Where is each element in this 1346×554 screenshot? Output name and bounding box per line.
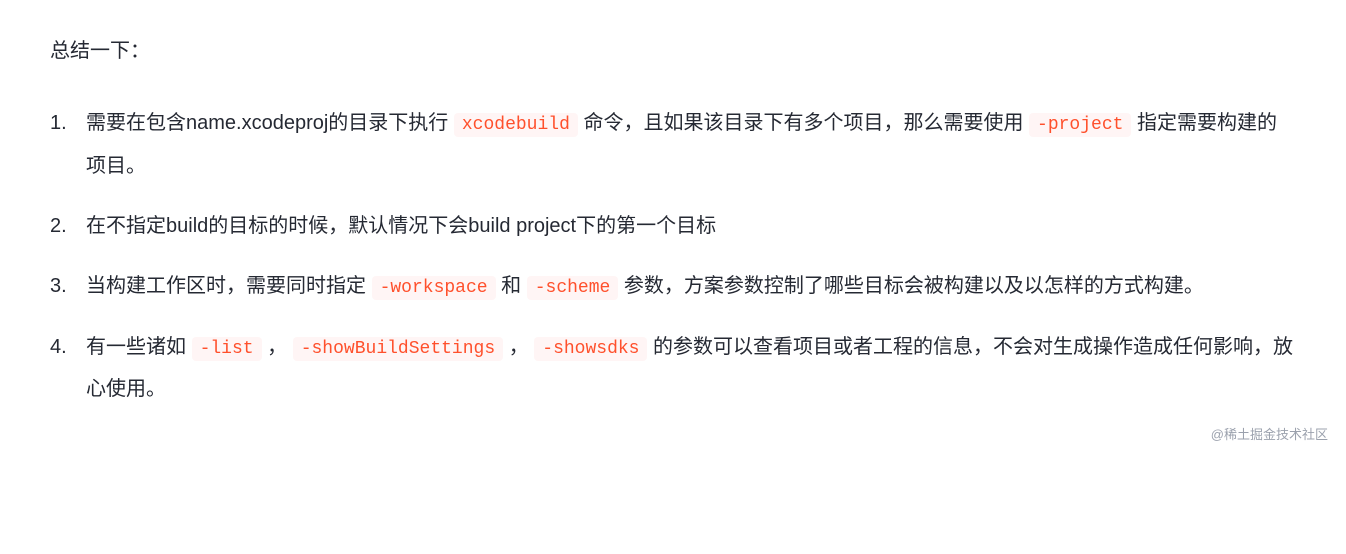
inline-code: -list [192,337,262,361]
text-segment: 需要在包含name.xcodeproj的目录下执行 [86,112,454,134]
text-segment: ， [262,336,293,358]
inline-code: -showsdks [534,337,647,361]
summary-list: 需要在包含name.xcodeproj的目录下执行 xcodebuild 命令，… [50,102,1296,410]
text-segment: 命令，且如果该目录下有多个项目，那么需要使用 [578,112,1029,134]
text-segment: 在不指定build的目标的时候，默认情况下会build project下的第一个… [86,215,716,237]
inline-code: -workspace [372,276,496,300]
text-segment: 和 [496,275,527,297]
list-item: 在不指定build的目标的时候，默认情况下会build project下的第一个… [50,205,1296,247]
inline-code: -project [1029,113,1131,137]
inline-code: -scheme [527,276,619,300]
watermark: @稀土掘金技术社区 [1211,421,1328,448]
text-segment: 当构建工作区时，需要同时指定 [86,275,372,297]
text-segment: ， [503,336,534,358]
text-segment: 有一些诸如 [86,336,192,358]
inline-code: xcodebuild [454,113,578,137]
text-segment: 参数，方案参数控制了哪些目标会被构建以及以怎样的方式构建。 [618,275,1204,297]
summary-intro: 总结一下： [50,30,1296,72]
list-item: 当构建工作区时，需要同时指定 -workspace 和 -scheme 参数，方… [50,265,1296,308]
inline-code: -showBuildSettings [293,337,503,361]
list-item: 需要在包含name.xcodeproj的目录下执行 xcodebuild 命令，… [50,102,1296,187]
list-item: 有一些诸如 -list ， -showBuildSettings ， -show… [50,326,1296,411]
